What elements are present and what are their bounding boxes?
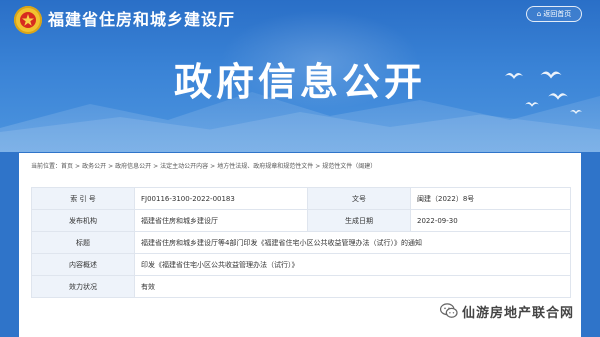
table-row: 标题 福建省住房和城乡建设厅等4部门印发《福建省住宅小区公共收益管理办法（试行）… [31, 231, 571, 254]
header-banner: 福建省住房和城乡建设厅 ⌂ 返回首页 政府信息公开 [0, 0, 600, 152]
title-value: 福建省住房和城乡建设厅等4部门印发《福建省住宅小区公共收益管理办法（试行）》的通… [134, 231, 571, 254]
watermark-text: 仙游房地产联合网 [462, 305, 575, 321]
breadcrumb-item[interactable]: 政府信息公开 [115, 163, 151, 170]
breadcrumb-item[interactable]: 地方性法规、政府规章和规范性文件 [217, 163, 313, 170]
breadcrumb-separator: > [315, 163, 321, 170]
validity-label: 效力状况 [31, 275, 135, 298]
emblem-icon [14, 6, 42, 34]
breadcrumb-item[interactable]: 首页 [61, 163, 73, 170]
breadcrumb-separator: > [75, 163, 81, 170]
doc-no-label: 文号 [307, 187, 411, 210]
bird-icon [525, 102, 539, 107]
wechat-icon [440, 303, 458, 318]
home-icon: ⌂ [536, 10, 542, 18]
table-row: 发布机构 福建省住房和城乡建设厅 生成日期 2022-09-30 [31, 209, 571, 232]
table-row: 内容概述 印发《福建省住宅小区公共收益管理办法（试行）》 [31, 253, 571, 276]
table-row: 索 引 号 FJ00116-3100-2022-00183 文号 闽建（2022… [31, 187, 571, 210]
back-home-label: 返回首页 [543, 10, 572, 18]
breadcrumb-item[interactable]: 政务公开 [82, 163, 106, 170]
bird-icon [505, 73, 523, 79]
summary-value: 印发《福建省住宅小区公共收益管理办法（试行）》 [134, 253, 571, 276]
page-title: 政府信息公开 [173, 60, 426, 104]
bird-icon [540, 71, 562, 79]
back-home-button[interactable]: ⌂ 返回首页 [526, 6, 582, 22]
title-label: 标题 [31, 231, 135, 254]
breadcrumb-item[interactable]: 法定主动公开内容 [160, 163, 208, 170]
breadcrumb-separator: > [153, 163, 159, 170]
breadcrumb-item[interactable]: 规范性文件（闽建） [322, 163, 376, 170]
breadcrumb: 当前位置：首页 > 政务公开 > 政府信息公开 > 法定主动公开内容 > 地方性法规、政府规章和… [31, 161, 571, 173]
breadcrumb-separator: > [210, 163, 216, 170]
bird-icon [548, 93, 568, 100]
doc-no-value: 闽建（2022）8号 [410, 187, 571, 210]
breadcrumb-separator: > [108, 163, 114, 170]
bird-icon [570, 110, 582, 114]
publisher-value: 福建省住房和城乡建设厅 [134, 209, 308, 232]
site-title[interactable]: 福建省住房和城乡建设厅 [48, 8, 235, 32]
watermark: 仙游房地产联合网 [436, 300, 579, 322]
document-info-table: 索 引 号 FJ00116-3100-2022-00183 文号 闽建（2022… [31, 187, 571, 298]
date-value: 2022-09-30 [410, 209, 571, 232]
publisher-label: 发布机构 [31, 209, 135, 232]
table-row: 效力状况 有效 [31, 275, 571, 298]
index-value: FJ00116-3100-2022-00183 [134, 187, 308, 210]
summary-label: 内容概述 [31, 253, 135, 276]
breadcrumb-prefix: 当前位置： [31, 163, 62, 170]
index-label: 索 引 号 [31, 187, 135, 210]
date-label: 生成日期 [307, 209, 411, 232]
validity-value: 有效 [134, 275, 571, 298]
